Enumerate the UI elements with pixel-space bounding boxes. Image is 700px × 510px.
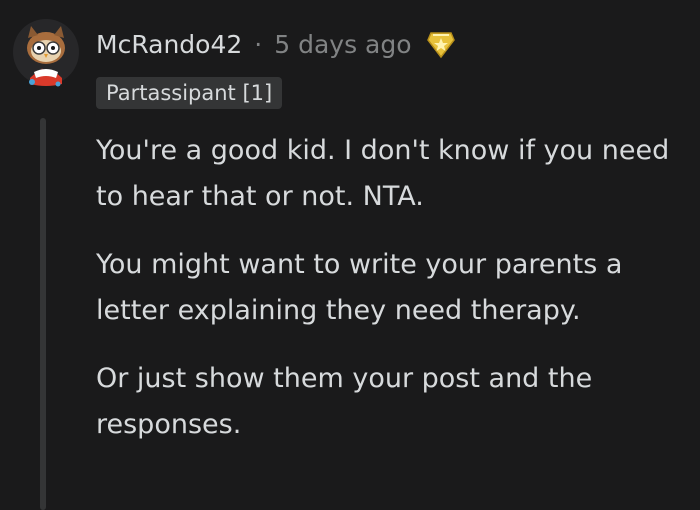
comment-meta: McRando42 · 5 days ago	[96, 24, 458, 64]
comment-body: You're a good kid. I don't know if you n…	[96, 128, 686, 470]
snoo-avatar-icon	[13, 19, 79, 87]
meta-separator: ·	[254, 29, 263, 59]
username-link[interactable]: McRando42	[96, 30, 242, 59]
thread-collapse-line[interactable]	[40, 118, 46, 510]
comment-paragraph: Or just show them your post and the resp…	[96, 363, 593, 440]
comment-paragraph: You're a good kid. I don't know if you n…	[96, 135, 670, 212]
timestamp-link[interactable]: 5 days ago	[274, 30, 411, 59]
golden-award-icon[interactable]	[424, 27, 458, 61]
comment: McRando42 · 5 days ago Partassipant [1] …	[0, 0, 700, 510]
user-flair-badge: Partassipant [1]	[96, 77, 283, 109]
comment-paragraph: You might want to write your parents a l…	[96, 249, 623, 326]
avatar[interactable]	[12, 12, 80, 92]
